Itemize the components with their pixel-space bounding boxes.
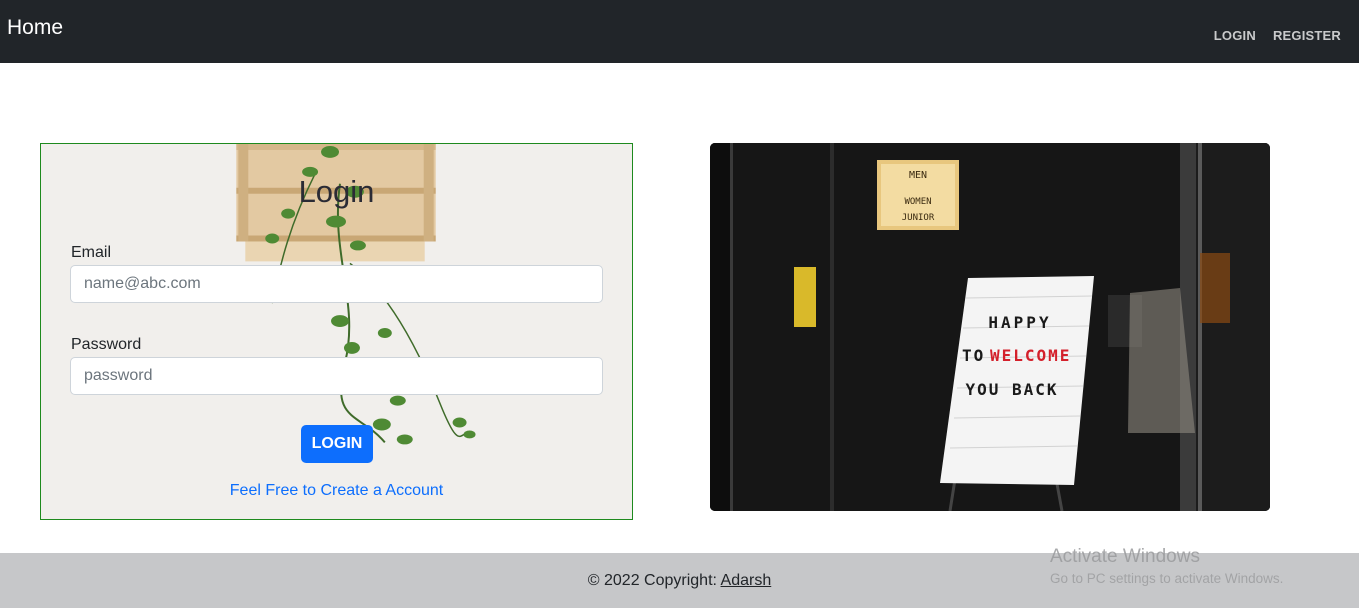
navbar: Home LOGIN REGISTER [0,0,1359,63]
nav-links: LOGIN REGISTER [1214,28,1341,43]
password-input[interactable] [70,357,603,395]
email-label: Email [71,244,112,261]
store-welcome-image: MEN WOMEN JUNIOR HAPPY TO WELCOME YOU BA… [710,143,1270,511]
create-account-link[interactable]: Feel Free to Create a Account [41,482,632,500]
footer: © 2022 Copyright: Adarsh [0,553,1359,608]
copyright-text: © 2022 Copyright: [587,572,721,589]
footer-copyright: © 2022 Copyright: Adarsh [0,572,1359,590]
board-line-welcome: WELCOME [990,346,1071,365]
sign-junior: JUNIOR [902,213,935,223]
author-link[interactable]: Adarsh [721,572,772,589]
login-submit-button[interactable]: LOGIN [301,425,373,463]
board-line-you-back: YOU BACK [965,380,1058,399]
email-input[interactable] [70,265,603,303]
nav-register-link[interactable]: REGISTER [1273,28,1341,43]
login-title: Login [298,174,375,209]
password-label: Password [71,336,142,353]
nav-login-link[interactable]: LOGIN [1214,28,1256,43]
home-brand-link[interactable]: Home [7,16,63,40]
sign-women: WOMEN [904,197,931,207]
board-line-happy: HAPPY [988,313,1051,332]
store-photo: MEN WOMEN JUNIOR HAPPY TO WELCOME YOU BA… [710,143,1270,511]
sign-men: MEN [909,170,927,181]
login-card: Login Email Password LOGIN Feel Free to … [40,143,633,520]
board-line-to: TO [962,346,985,365]
